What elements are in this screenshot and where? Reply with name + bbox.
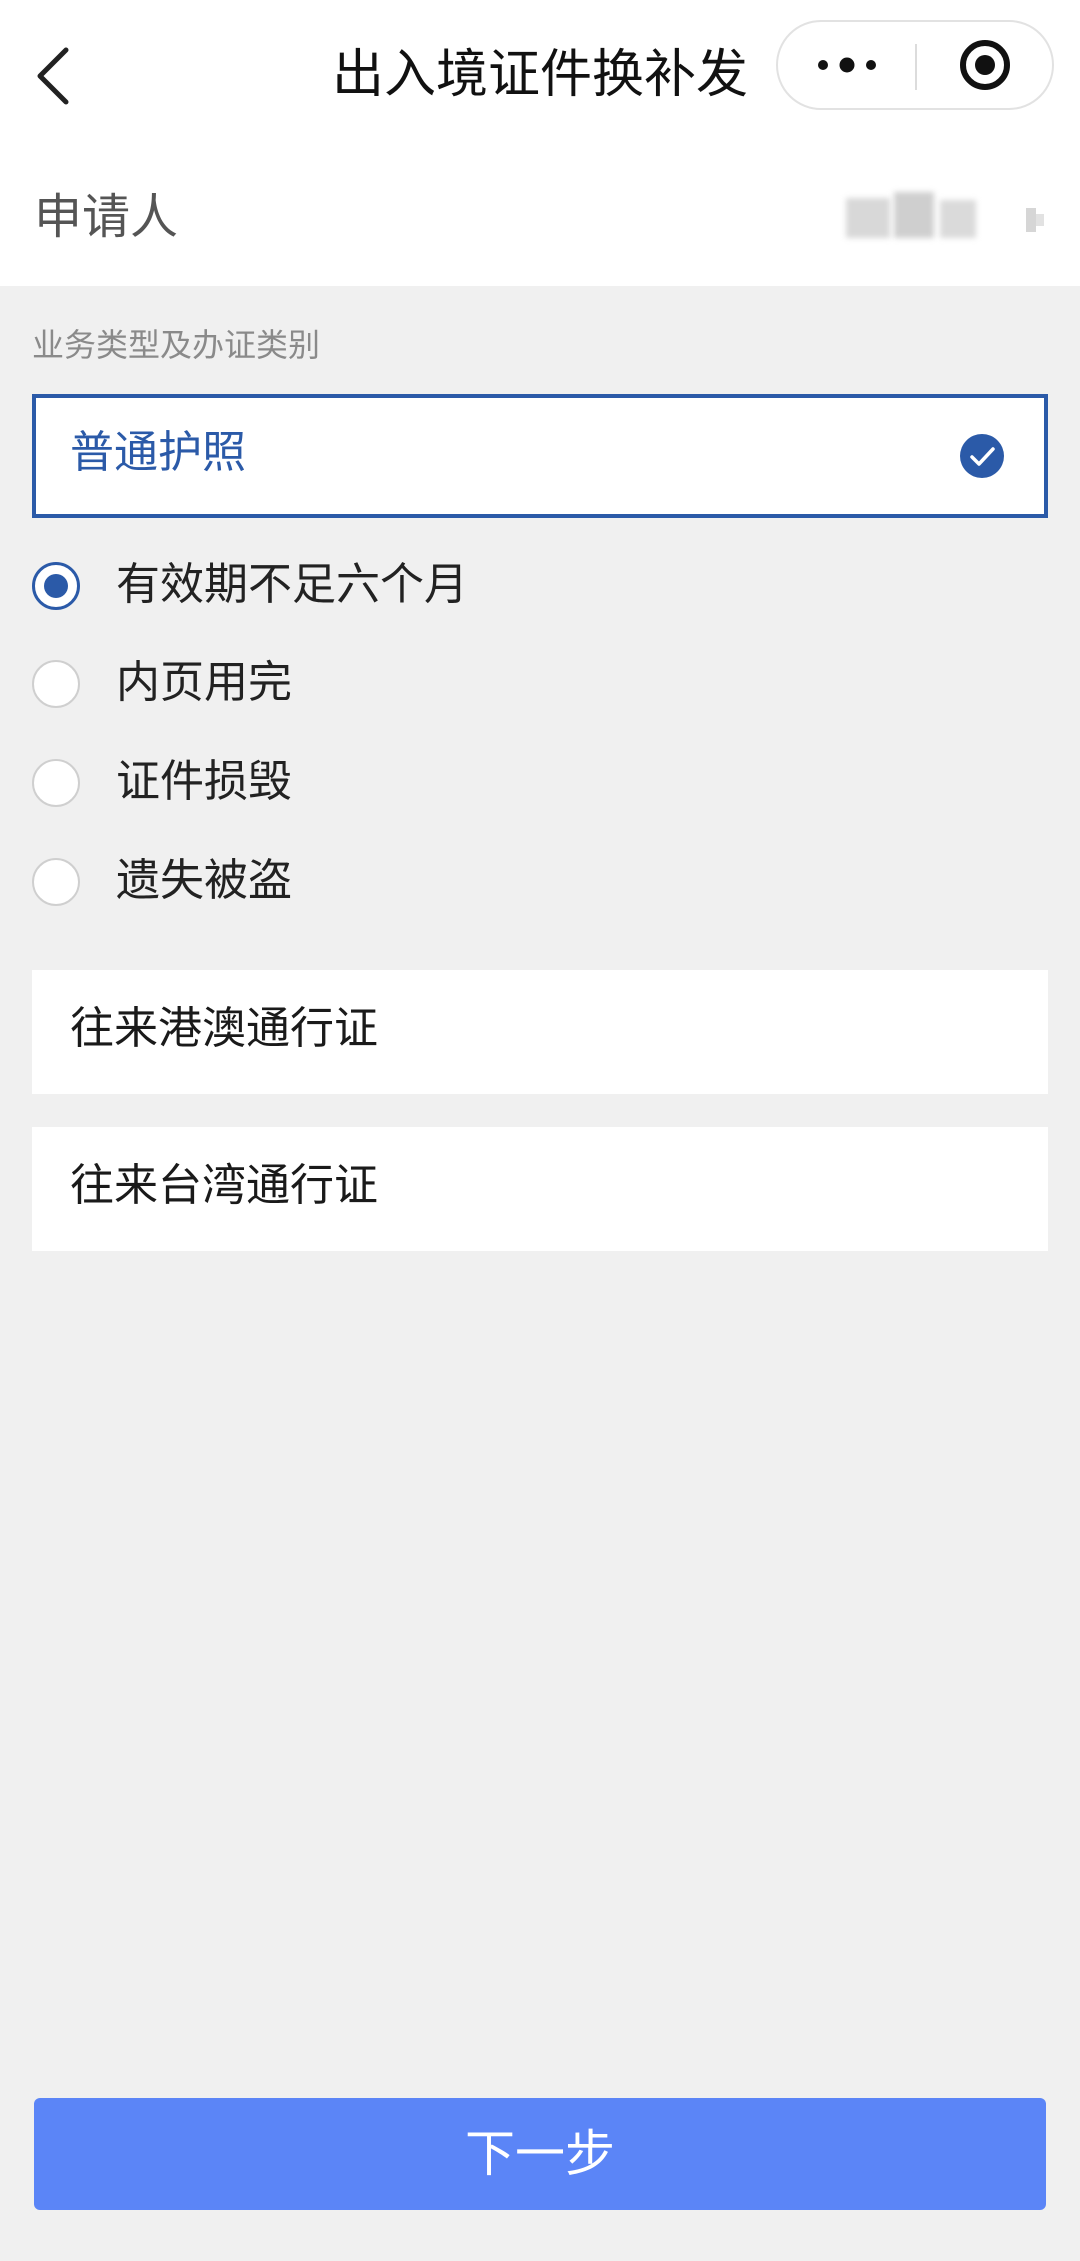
radio-option-pages-used[interactable]: 内页用完 bbox=[32, 640, 732, 730]
chevron-right-icon bbox=[1024, 202, 1048, 238]
radio-button[interactable] bbox=[32, 660, 80, 708]
option-label: 普通护照 bbox=[70, 427, 246, 478]
applicant-label: 申请人 bbox=[34, 189, 179, 245]
record-circle-icon bbox=[960, 40, 1010, 90]
radio-button[interactable] bbox=[32, 858, 80, 906]
radio-option-lost-stolen[interactable]: 遗失被盗 bbox=[32, 838, 732, 928]
section-label: 业务类型及办证类别 bbox=[32, 326, 321, 364]
radio-label: 有效期不足六个月 bbox=[116, 559, 468, 610]
option-card-hk-macau-permit[interactable]: 往来港澳通行证 bbox=[32, 970, 1048, 1094]
more-button[interactable] bbox=[778, 22, 916, 108]
radio-button-checked[interactable] bbox=[32, 562, 80, 610]
next-step-button[interactable]: 下一步 bbox=[34, 2098, 1046, 2210]
miniapp-capsule bbox=[776, 20, 1054, 110]
applicant-row[interactable]: 申请人 bbox=[0, 148, 1080, 286]
option-label: 往来台湾通行证 bbox=[70, 1160, 378, 1211]
check-circle-icon bbox=[960, 434, 1004, 478]
option-card-passport[interactable]: 普通护照 bbox=[32, 394, 1048, 518]
radio-label: 证件损毁 bbox=[116, 756, 292, 807]
more-dots-icon bbox=[818, 57, 876, 73]
radio-option-expiring[interactable]: 有效期不足六个月 bbox=[32, 542, 732, 632]
chevron-left-icon bbox=[37, 47, 69, 105]
radio-button[interactable] bbox=[32, 759, 80, 807]
option-card-taiwan-permit[interactable]: 往来台湾通行证 bbox=[32, 1127, 1048, 1251]
applicant-value-redacted bbox=[846, 192, 986, 242]
close-miniapp-button[interactable] bbox=[918, 22, 1052, 108]
radio-label: 遗失被盗 bbox=[116, 855, 292, 906]
page-title: 出入境证件换补发 bbox=[331, 45, 748, 105]
capsule-divider bbox=[915, 44, 917, 90]
back-button[interactable] bbox=[22, 36, 82, 116]
radio-option-damaged[interactable]: 证件损毁 bbox=[32, 739, 732, 829]
nav-bar: 出入境证件换补发 bbox=[0, 0, 1080, 148]
option-label: 往来港澳通行证 bbox=[70, 1003, 378, 1054]
radio-label: 内页用完 bbox=[116, 657, 292, 708]
